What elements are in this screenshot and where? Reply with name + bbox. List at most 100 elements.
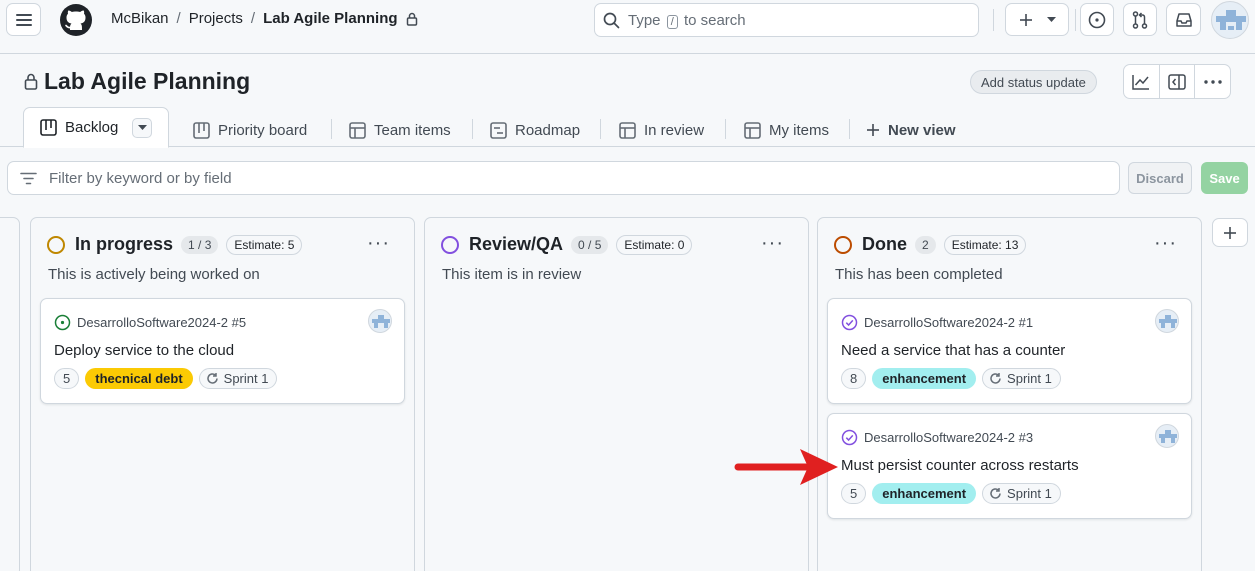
create-new-button[interactable] bbox=[1005, 3, 1069, 36]
divider bbox=[331, 119, 332, 139]
insights-button[interactable] bbox=[1124, 65, 1160, 98]
column-count: 2 bbox=[915, 235, 936, 254]
card-title[interactable]: Must persist counter across restarts bbox=[841, 457, 1079, 474]
estimate-pill: 5 bbox=[54, 368, 80, 389]
board-card[interactable]: DesarrolloSoftware2024-2 #3 Must persist… bbox=[827, 413, 1192, 519]
table-icon bbox=[744, 121, 761, 139]
inbox-icon bbox=[1175, 12, 1192, 27]
lock-icon bbox=[24, 73, 38, 90]
inbox-button[interactable] bbox=[1166, 3, 1201, 36]
column-estimate: Estimate: 0 bbox=[616, 234, 693, 255]
hamburger-icon bbox=[15, 13, 32, 26]
search-icon bbox=[603, 12, 620, 28]
card-fields: 5 thecnical debt Sprint 1 bbox=[54, 368, 278, 389]
project-title-text: Lab Agile Planning bbox=[44, 68, 251, 94]
status-circle-icon bbox=[834, 235, 852, 254]
column-menu-button[interactable]: ··· bbox=[367, 232, 390, 255]
board-column-done: Done 2 Estimate: 13 ··· This has been co… bbox=[817, 217, 1202, 571]
card-repo: DesarrolloSoftware2024-2 #3 bbox=[841, 429, 1033, 446]
status-circle-icon bbox=[441, 235, 459, 254]
identicon-icon bbox=[1159, 315, 1177, 328]
view-options-dropdown[interactable] bbox=[132, 117, 153, 138]
github-logo-icon[interactable] bbox=[59, 3, 93, 37]
board-column-in-progress: In progress 1 / 3 Estimate: 5 ··· This i… bbox=[30, 217, 415, 571]
discard-button[interactable]: Discard bbox=[1128, 162, 1192, 194]
menu-button[interactable] bbox=[6, 3, 41, 36]
add-status-update-button[interactable]: Add status update bbox=[970, 70, 1097, 94]
add-column-button[interactable] bbox=[1212, 218, 1248, 247]
pull-requests-button[interactable] bbox=[1123, 3, 1157, 36]
chevron-down-icon bbox=[1046, 16, 1056, 22]
iteration-pill: Sprint 1 bbox=[982, 483, 1061, 504]
divider bbox=[1075, 9, 1076, 31]
assignee-avatar[interactable] bbox=[1155, 309, 1179, 333]
breadcrumb-project[interactable]: Lab Agile Planning bbox=[263, 10, 397, 27]
lock-icon bbox=[406, 12, 417, 26]
board-card[interactable]: DesarrolloSoftware2024-2 #5 Deploy servi… bbox=[40, 298, 405, 404]
tab-priority-board[interactable]: Priority board bbox=[193, 113, 307, 147]
breadcrumb-separator: / bbox=[250, 10, 256, 27]
tab-my-items[interactable]: My items bbox=[744, 113, 829, 147]
column-title: Review/QA bbox=[469, 234, 564, 254]
user-avatar[interactable] bbox=[1211, 1, 1249, 39]
chevron-down-icon bbox=[137, 124, 147, 130]
tab-label: In review bbox=[644, 121, 705, 139]
column-title: In progress bbox=[75, 234, 174, 254]
card-repo: DesarrolloSoftware2024-2 #5 bbox=[54, 314, 246, 331]
iteration-pill: Sprint 1 bbox=[982, 368, 1061, 389]
issues-button[interactable] bbox=[1080, 3, 1114, 36]
breadcrumb-owner[interactable]: McBikan bbox=[111, 10, 169, 27]
slash-key: / bbox=[666, 14, 678, 29]
card-repo: DesarrolloSoftware2024-2 #1 bbox=[841, 314, 1033, 331]
breadcrumb-projects[interactable]: Projects bbox=[189, 10, 243, 27]
tab-team-items[interactable]: Team items bbox=[349, 113, 451, 147]
status-circle-icon bbox=[47, 235, 65, 254]
tab-roadmap[interactable]: Roadmap bbox=[490, 113, 580, 147]
column-header: In progress 1 / 3 Estimate: 5 bbox=[47, 234, 303, 255]
divider bbox=[993, 9, 994, 31]
divider bbox=[725, 119, 726, 139]
identicon-icon bbox=[1159, 430, 1177, 443]
top-bar: McBikan / Projects / Lab Agile Planning … bbox=[0, 0, 1255, 54]
breadcrumb-separator: / bbox=[176, 10, 181, 27]
tab-in-review[interactable]: In review bbox=[619, 113, 704, 147]
filter-placeholder: Filter by keyword or by field bbox=[49, 169, 232, 187]
search-input[interactable]: Type / to search bbox=[594, 3, 979, 37]
card-repo-text[interactable]: DesarrolloSoftware2024-2 #5 bbox=[77, 315, 246, 330]
search-placeholder: Type / to search bbox=[628, 11, 746, 29]
board-card[interactable]: DesarrolloSoftware2024-2 #1 Need a servi… bbox=[827, 298, 1192, 404]
column-description: This is actively being worked on bbox=[48, 266, 260, 283]
assignee-avatar[interactable] bbox=[368, 309, 392, 333]
issue-opened-icon bbox=[54, 314, 71, 331]
table-icon bbox=[619, 121, 636, 139]
board-column-partial bbox=[0, 217, 20, 571]
column-menu-button[interactable]: ··· bbox=[761, 232, 784, 255]
plus-icon bbox=[867, 124, 879, 136]
card-title[interactable]: Need a service that has a counter bbox=[841, 342, 1065, 359]
tab-label: Roadmap bbox=[515, 121, 581, 139]
tab-label: Team items bbox=[374, 121, 451, 139]
assignee-avatar[interactable] bbox=[1155, 424, 1179, 448]
identicon-icon bbox=[1216, 10, 1246, 30]
tab-label: My items bbox=[769, 121, 829, 139]
issue-closed-icon bbox=[841, 429, 858, 446]
column-menu-button[interactable]: ··· bbox=[1154, 232, 1177, 255]
annotation-arrow-icon bbox=[734, 449, 838, 485]
sidebar-expand-icon bbox=[1168, 73, 1186, 90]
card-title[interactable]: Deploy service to the cloud bbox=[54, 342, 234, 359]
table-icon bbox=[349, 121, 366, 139]
filter-input[interactable]: Filter by keyword or by field bbox=[7, 161, 1120, 195]
side-panel-button[interactable] bbox=[1160, 65, 1196, 98]
save-button[interactable]: Save bbox=[1201, 162, 1248, 194]
card-repo-text[interactable]: DesarrolloSoftware2024-2 #3 bbox=[864, 430, 1033, 445]
divider bbox=[849, 119, 850, 139]
new-view-button[interactable]: New view bbox=[866, 113, 956, 147]
tab-backlog[interactable]: Backlog bbox=[23, 107, 170, 148]
kebab-horizontal-icon bbox=[1203, 79, 1222, 84]
iteration-icon bbox=[990, 373, 1001, 384]
label-badge: enhancement bbox=[872, 368, 977, 389]
more-options-button[interactable] bbox=[1195, 65, 1230, 98]
card-fields: 8 enhancement Sprint 1 bbox=[841, 368, 1061, 389]
iteration-icon bbox=[206, 373, 218, 384]
card-repo-text[interactable]: DesarrolloSoftware2024-2 #1 bbox=[864, 315, 1033, 330]
